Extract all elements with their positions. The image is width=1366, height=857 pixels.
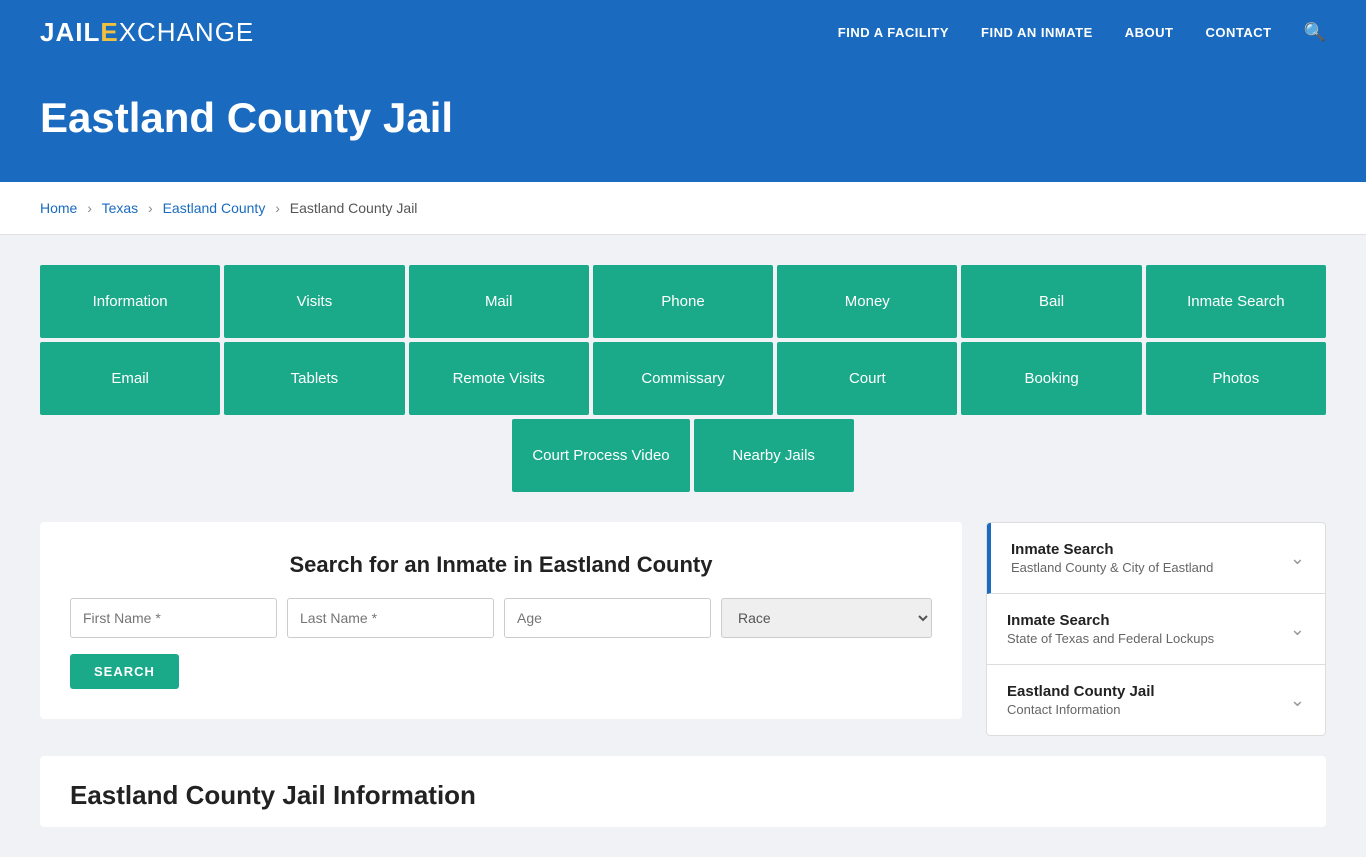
buttons-row-3: Court Process Video Nearby Jails bbox=[40, 419, 1326, 492]
content-row: Search for an Inmate in Eastland County … bbox=[40, 522, 1326, 736]
sidebar-item-subtitle-2: State of Texas and Federal Lockups bbox=[1007, 631, 1214, 646]
breadcrumb-sep-1: › bbox=[87, 200, 92, 216]
btn-mail[interactable]: Mail bbox=[409, 265, 589, 338]
breadcrumb-texas[interactable]: Texas bbox=[102, 200, 139, 216]
btn-email[interactable]: Email bbox=[40, 342, 220, 415]
last-name-input[interactable] bbox=[287, 598, 494, 638]
btn-court-process-video[interactable]: Court Process Video bbox=[512, 419, 689, 492]
buttons-row-2: Email Tablets Remote Visits Commissary C… bbox=[40, 342, 1326, 415]
btn-bail[interactable]: Bail bbox=[961, 265, 1141, 338]
search-title: Search for an Inmate in Eastland County bbox=[70, 552, 932, 578]
search-box: Search for an Inmate in Eastland County … bbox=[40, 522, 962, 719]
breadcrumb-eastland-county[interactable]: Eastland County bbox=[163, 200, 266, 216]
section-heading-title: Eastland County Jail Information bbox=[70, 780, 1296, 811]
breadcrumb-home[interactable]: Home bbox=[40, 200, 77, 216]
search-inputs: Race White Black Hispanic Asian Other bbox=[70, 598, 932, 638]
sidebar-item-title-2: Inmate Search bbox=[1007, 612, 1214, 629]
chevron-down-icon-3: ⌄ bbox=[1290, 690, 1305, 711]
btn-remote-visits[interactable]: Remote Visits bbox=[409, 342, 589, 415]
sidebar-item-subtitle-1: Eastland County & City of Eastland bbox=[1011, 560, 1213, 575]
btn-tablets[interactable]: Tablets bbox=[224, 342, 404, 415]
btn-money[interactable]: Money bbox=[777, 265, 957, 338]
age-input[interactable] bbox=[504, 598, 711, 638]
logo[interactable]: JAILEXCHANGE bbox=[40, 17, 254, 48]
search-icon[interactable]: 🔍 bbox=[1304, 22, 1326, 43]
search-button[interactable]: SEARCH bbox=[70, 654, 179, 689]
btn-court[interactable]: Court bbox=[777, 342, 957, 415]
logo-jail: JAIL bbox=[40, 17, 100, 47]
sidebar-item-text-2: Inmate Search State of Texas and Federal… bbox=[1007, 612, 1214, 646]
sidebar-item-title-1: Inmate Search bbox=[1011, 541, 1213, 558]
sidebar-item-subtitle-3: Contact Information bbox=[1007, 702, 1155, 717]
btn-information[interactable]: Information bbox=[40, 265, 220, 338]
nav-contact[interactable]: CONTACT bbox=[1205, 25, 1271, 40]
chevron-down-icon-2: ⌄ bbox=[1290, 619, 1305, 640]
sidebar-item-text-3: Eastland County Jail Contact Information bbox=[1007, 683, 1155, 717]
nav-find-inmate[interactable]: FIND AN INMATE bbox=[981, 25, 1093, 40]
sidebar-item-title-3: Eastland County Jail bbox=[1007, 683, 1155, 700]
hero-section: Eastland County Jail bbox=[0, 64, 1366, 182]
sidebar-item-inmate-search-eastland[interactable]: Inmate Search Eastland County & City of … bbox=[987, 523, 1325, 594]
btn-nearby-jails[interactable]: Nearby Jails bbox=[694, 419, 854, 492]
sidebar-item-text-1: Inmate Search Eastland County & City of … bbox=[1011, 541, 1213, 575]
btn-inmate-search[interactable]: Inmate Search bbox=[1146, 265, 1326, 338]
breadcrumb-sep-2: › bbox=[148, 200, 153, 216]
btn-visits[interactable]: Visits bbox=[224, 265, 404, 338]
breadcrumb-current: Eastland County Jail bbox=[290, 200, 418, 216]
chevron-down-icon-1: ⌄ bbox=[1290, 548, 1305, 569]
buttons-row-1: Information Visits Mail Phone Money Bail… bbox=[40, 265, 1326, 338]
logo-x: E bbox=[100, 17, 118, 47]
bottom-section: Eastland County Jail Information bbox=[40, 756, 1326, 827]
header: JAILEXCHANGE FIND A FACILITY FIND AN INM… bbox=[0, 0, 1366, 64]
main-content: Information Visits Mail Phone Money Bail… bbox=[0, 235, 1366, 857]
btn-booking[interactable]: Booking bbox=[961, 342, 1141, 415]
logo-exchange: XCHANGE bbox=[119, 17, 255, 47]
breadcrumb-sep-3: › bbox=[275, 200, 280, 216]
sidebar-item-contact-info[interactable]: Eastland County Jail Contact Information… bbox=[987, 665, 1325, 735]
btn-photos[interactable]: Photos bbox=[1146, 342, 1326, 415]
sidebar: Inmate Search Eastland County & City of … bbox=[986, 522, 1326, 736]
nav-find-facility[interactable]: FIND A FACILITY bbox=[838, 25, 949, 40]
btn-phone[interactable]: Phone bbox=[593, 265, 773, 338]
nav-about[interactable]: ABOUT bbox=[1125, 25, 1174, 40]
breadcrumb: Home › Texas › Eastland County › Eastlan… bbox=[0, 182, 1366, 235]
btn-commissary[interactable]: Commissary bbox=[593, 342, 773, 415]
main-nav: FIND A FACILITY FIND AN INMATE ABOUT CON… bbox=[838, 22, 1326, 43]
page-title: Eastland County Jail bbox=[40, 94, 1326, 142]
sidebar-item-inmate-search-texas[interactable]: Inmate Search State of Texas and Federal… bbox=[987, 594, 1325, 665]
first-name-input[interactable] bbox=[70, 598, 277, 638]
race-select[interactable]: Race White Black Hispanic Asian Other bbox=[721, 598, 932, 638]
